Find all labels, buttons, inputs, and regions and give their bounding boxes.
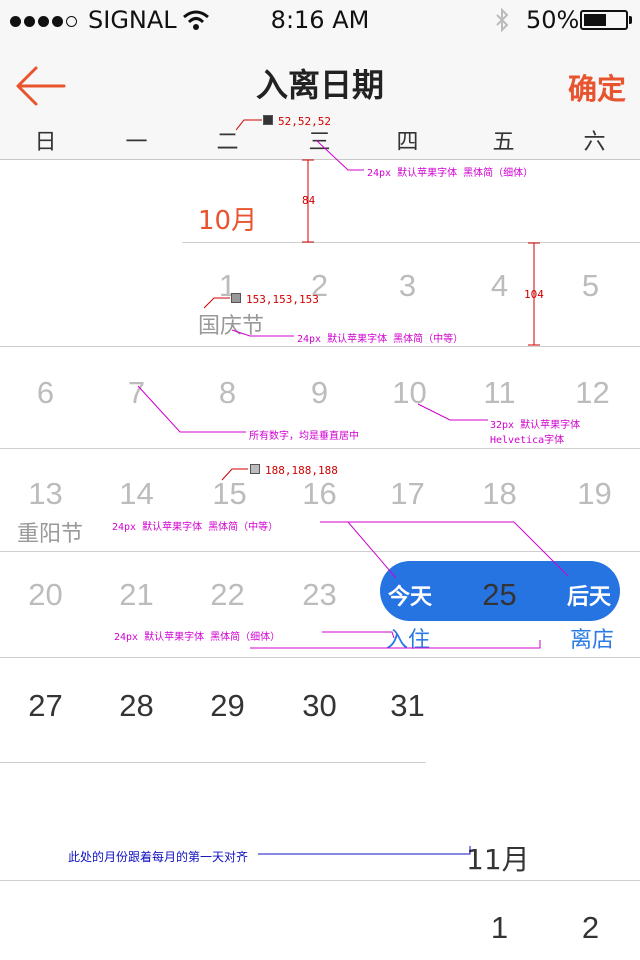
annotation-height-104: 104 (524, 288, 544, 301)
annotation-number-font-family: Helvetica字体 (490, 435, 565, 446)
annotation-color-mid: 153,153,153 (246, 293, 319, 306)
annotation-lines (137, 119, 569, 855)
annotation-holiday-font: 24px 默认苹果字体 黑体简（中等） (297, 334, 464, 345)
annotation-color-dark: 52,52,52 (278, 115, 331, 128)
color-swatch (231, 293, 241, 303)
annotation-height-84: 84 (302, 194, 316, 207)
annotation-vertical-center: 所有数字，均是垂直居中 (249, 431, 359, 442)
annotation-number-font: 32px 默认苹果字体 (490, 420, 581, 431)
annotation-color-light: 188,188,188 (265, 464, 338, 477)
annotation-weekday-font: 24px 默认苹果字体 黑体简（细体） (367, 168, 534, 179)
calendar-page: SIGNAL 8:16 AM 50% 入离日期 确定 日 一 二 三 四 五 六… (0, 0, 640, 960)
color-swatch (250, 464, 260, 474)
annotation-checkin-font: 24px 默认苹果字体 黑体简（细体） (114, 632, 281, 643)
color-swatch (263, 115, 273, 125)
annotation-pill-font: 24px 默认苹果字体 黑体简（中等） (112, 522, 279, 533)
annotation-month-align: 此处的月份跟着每月的第一天对齐 (68, 850, 249, 864)
